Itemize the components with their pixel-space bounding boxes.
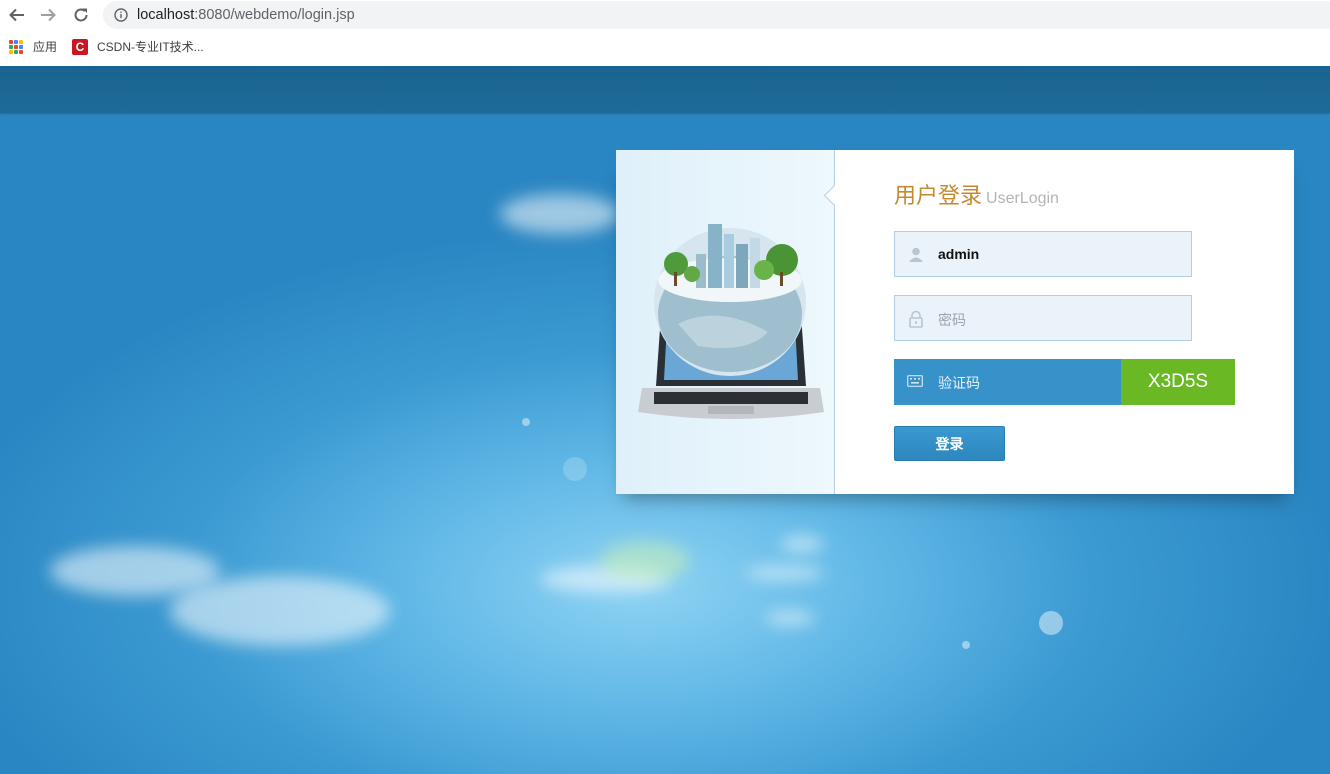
bubble-decoration: [1039, 611, 1063, 635]
bookmarks-bar: 应用 C CSDN-专业IT技术...: [0, 31, 1330, 63]
forward-button[interactable]: [36, 3, 60, 27]
laptop-globe-illustration: [638, 224, 824, 419]
browser-toolbar: localhost:8080/webdemo/login.jsp: [0, 0, 1330, 30]
bubble-decoration: [962, 641, 970, 649]
bookmark-label: 应用: [33, 40, 58, 54]
apps-grid-icon: [9, 39, 23, 54]
login-title-cn: 用户登录: [894, 183, 983, 208]
page-header-bar: [0, 66, 1330, 113]
url-host: localhost: [137, 7, 195, 23]
bookmark-csdn[interactable]: C CSDN-专业IT技术...: [72, 38, 204, 55]
bubble-decoration: [522, 418, 530, 426]
arrow-left-icon: [9, 8, 24, 22]
login-button[interactable]: 登录: [894, 426, 1005, 461]
bookmark-label: CSDN-专业IT技术...: [97, 40, 204, 54]
login-title: 用户登录 UserLogin: [894, 178, 1059, 210]
glow-decoration: [600, 541, 690, 581]
login-illustration-pane: [616, 150, 835, 494]
reload-icon: [74, 8, 88, 22]
lock-icon: [909, 310, 923, 328]
cloud-decoration: [500, 194, 620, 234]
url-text[interactable]: localhost:8080/webdemo/login.jsp: [137, 7, 355, 23]
user-icon: [909, 247, 923, 262]
bubble-decoration: [563, 457, 587, 481]
username-value[interactable]: admin: [938, 246, 979, 262]
login-title-en: UserLogin: [986, 190, 1059, 207]
page-background: 用户登录 UserLogin admin 密码 验证码 X3D5S 登录: [0, 66, 1330, 774]
info-icon[interactable]: [114, 8, 128, 22]
csdn-logo-icon: C: [72, 38, 88, 55]
keyboard-icon: [907, 375, 923, 387]
cloud-decoration: [745, 566, 825, 580]
password-field[interactable]: 密码: [894, 295, 1192, 341]
reload-button[interactable]: [69, 3, 93, 27]
address-bar[interactable]: localhost:8080/webdemo/login.jsp: [103, 1, 1330, 29]
arrow-right-icon: [41, 8, 56, 22]
captcha-field[interactable]: 验证码: [894, 359, 1121, 405]
captcha-placeholder[interactable]: 验证码: [938, 373, 980, 393]
bookmark-apps[interactable]: 应用: [9, 38, 57, 55]
login-panel: 用户登录 UserLogin admin 密码 验证码 X3D5S 登录: [616, 150, 1294, 494]
cloud-decoration: [765, 611, 815, 625]
cloud-decoration: [780, 536, 824, 552]
password-placeholder[interactable]: 密码: [938, 310, 966, 330]
captcha-image[interactable]: X3D5S: [1121, 359, 1235, 405]
back-button[interactable]: [5, 3, 29, 27]
username-field[interactable]: admin: [894, 231, 1192, 277]
url-path: :8080/webdemo/login.jsp: [194, 7, 355, 23]
cloud-decoration: [170, 576, 390, 646]
